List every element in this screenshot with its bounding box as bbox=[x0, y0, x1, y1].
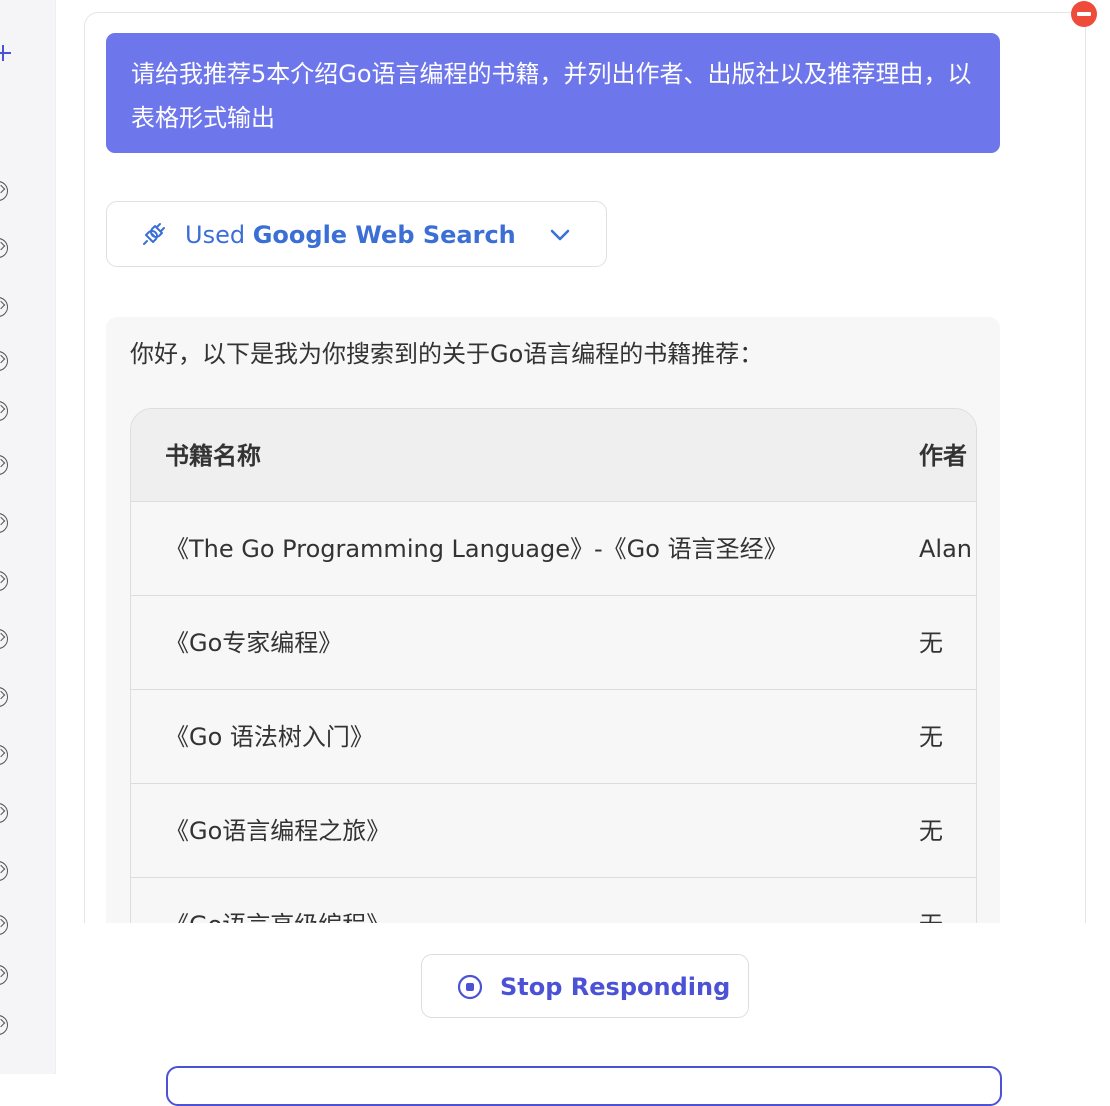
stop-responding-label: Stop Responding bbox=[500, 973, 731, 1001]
book-author-cell: 无 bbox=[919, 910, 943, 923]
plug-icon bbox=[143, 223, 165, 245]
book-table: 书籍名称 作者 《The Go Programming Language》-《G… bbox=[130, 408, 977, 923]
assistant-message: 你好，以下是我为你搜索到的关于Go语言编程的书籍推荐： 书籍名称 作者 《The… bbox=[106, 317, 1000, 923]
message-input[interactable] bbox=[166, 1066, 1002, 1106]
sidebar-item-icon[interactable] bbox=[0, 745, 8, 765]
sidebar-item-icon[interactable] bbox=[0, 181, 8, 201]
sidebar-item-icon[interactable] bbox=[0, 513, 8, 533]
book-author-cell: Alan bbox=[919, 535, 973, 563]
remove-icon-bar bbox=[1077, 12, 1091, 16]
table-header-title: 书籍名称 bbox=[165, 442, 261, 470]
table-row: 《Go 语法树入门》 无 bbox=[131, 690, 976, 784]
book-title-cell: 《Go语言编程之旅》 bbox=[165, 817, 391, 845]
sidebar-item-icon[interactable] bbox=[0, 965, 8, 985]
table-header-row: 书籍名称 作者 bbox=[131, 409, 976, 502]
tool-usage-toggle[interactable]: Used Google Web Search bbox=[106, 201, 607, 267]
sidebar-item-icon[interactable] bbox=[0, 629, 8, 649]
sidebar-item-icon[interactable] bbox=[0, 351, 8, 371]
book-title-cell: 《The Go Programming Language》-《Go 语言圣经》 bbox=[165, 535, 788, 563]
book-title-cell: 《Go语言高级编程》 bbox=[165, 910, 390, 923]
book-title-cell: 《Go专家编程》 bbox=[165, 629, 343, 657]
sidebar-item-icon[interactable] bbox=[0, 861, 8, 881]
user-message-bubble: 请给我推荐5本介绍Go语言编程的书籍，并列出作者、出版社以及推荐理由，以表格形式… bbox=[106, 33, 1000, 153]
assistant-intro-text: 你好，以下是我为你搜索到的关于Go语言编程的书籍推荐： bbox=[130, 340, 764, 368]
sidebar-item-icon[interactable] bbox=[0, 297, 8, 317]
sidebar-item-icon[interactable] bbox=[0, 455, 8, 475]
tool-usage-label: Used Google Web Search bbox=[185, 220, 516, 250]
chat-panel: 请给我推荐5本介绍Go语言编程的书籍，并列出作者、出版社以及推荐理由，以表格形式… bbox=[84, 12, 1086, 923]
sidebar-item-icon[interactable] bbox=[0, 915, 8, 935]
sidebar-item-icon[interactable] bbox=[0, 401, 8, 421]
sidebar-item-icon[interactable] bbox=[0, 571, 8, 591]
stop-circle-icon bbox=[457, 974, 483, 1000]
book-title-cell: 《Go 语法树入门》 bbox=[165, 723, 374, 751]
table-row: 《Go语言编程之旅》 无 bbox=[131, 784, 976, 878]
table-row: 《Go语言高级编程》 无 bbox=[131, 878, 976, 923]
book-author-cell: 无 bbox=[919, 723, 943, 751]
sidebar-item-icon[interactable] bbox=[0, 803, 8, 823]
table-row: 《The Go Programming Language》-《Go 语言圣经》 … bbox=[131, 502, 976, 596]
table-row: 《Go专家编程》 无 bbox=[131, 596, 976, 690]
stop-responding-button[interactable]: Stop Responding bbox=[421, 954, 749, 1018]
new-chat-plus-icon[interactable] bbox=[0, 44, 12, 62]
sidebar bbox=[0, 0, 56, 1074]
book-author-cell: 无 bbox=[919, 817, 943, 845]
tool-name: Google Web Search bbox=[252, 221, 516, 249]
sidebar-item-icon[interactable] bbox=[0, 687, 8, 707]
book-author-cell: 无 bbox=[919, 629, 943, 657]
remove-icon[interactable] bbox=[1071, 1, 1097, 27]
tool-usage-prefix: Used bbox=[185, 221, 246, 249]
chevron-down-icon bbox=[550, 229, 570, 241]
sidebar-item-icon[interactable] bbox=[0, 1015, 8, 1035]
sidebar-item-icon[interactable] bbox=[0, 238, 8, 258]
user-message-text: 请给我推荐5本介绍Go语言编程的书籍，并列出作者、出版社以及推荐理由，以表格形式… bbox=[131, 60, 972, 132]
table-header-author: 作者 bbox=[919, 442, 967, 470]
